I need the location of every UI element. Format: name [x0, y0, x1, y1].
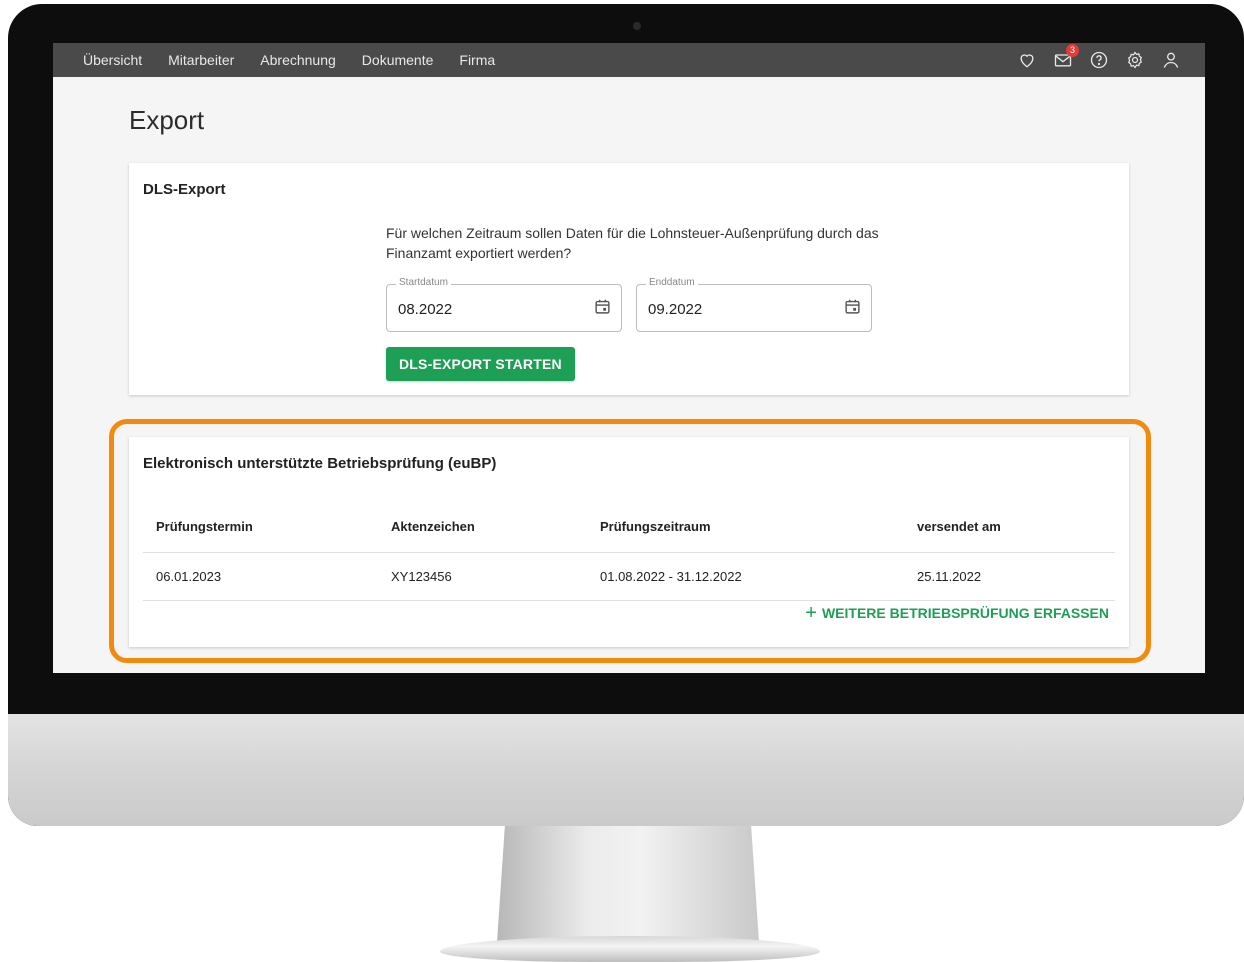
help-icon[interactable] — [1089, 50, 1109, 70]
end-date-field[interactable]: Enddatum 09.2022 — [636, 277, 872, 332]
calendar-icon[interactable] — [594, 298, 611, 315]
start-date-field[interactable]: Startdatum 08.2022 — [386, 277, 622, 332]
dls-export-question: Für welchen Zeitraum sollen Daten für di… — [386, 225, 879, 261]
calendar-icon[interactable] — [844, 298, 861, 315]
nav-icon-group: 3 — [1001, 43, 1181, 77]
page-title: Export — [129, 105, 205, 135]
dls-export-title: DLS-Export — [143, 181, 226, 198]
start-date-value: 08.2022 — [398, 301, 453, 318]
nav-item-abrechnung[interactable]: Abrechnung — [260, 52, 336, 68]
user-icon[interactable] — [1161, 50, 1181, 70]
end-date-value: 09.2022 — [648, 301, 703, 318]
top-navigation: Übersicht Mitarbeiter Abrechnung Dokumen… — [53, 43, 1205, 77]
highlight-frame — [109, 419, 1151, 663]
monitor-stand — [497, 826, 759, 942]
nav-item-uebersicht[interactable]: Übersicht — [83, 52, 142, 68]
nav-item-dokumente[interactable]: Dokumente — [362, 52, 434, 68]
start-date-label: Startdatum — [396, 277, 451, 288]
dls-export-card: DLS-Export Für welchen Zeitraum sollen D… — [129, 163, 1129, 395]
end-date-label: Enddatum — [646, 277, 698, 288]
heart-icon[interactable] — [1017, 50, 1037, 70]
nav-item-mitarbeiter[interactable]: Mitarbeiter — [168, 52, 234, 68]
dls-export-start-button[interactable]: DLS-EXPORT STARTEN — [386, 347, 575, 381]
mail-badge: 3 — [1066, 44, 1079, 57]
monitor-chin — [8, 714, 1244, 826]
nav-item-firma[interactable]: Firma — [459, 52, 495, 68]
monitor-stand-base — [440, 936, 820, 962]
camera — [633, 22, 641, 30]
gear-icon[interactable] — [1125, 50, 1145, 70]
mail-icon[interactable]: 3 — [1053, 44, 1079, 70]
